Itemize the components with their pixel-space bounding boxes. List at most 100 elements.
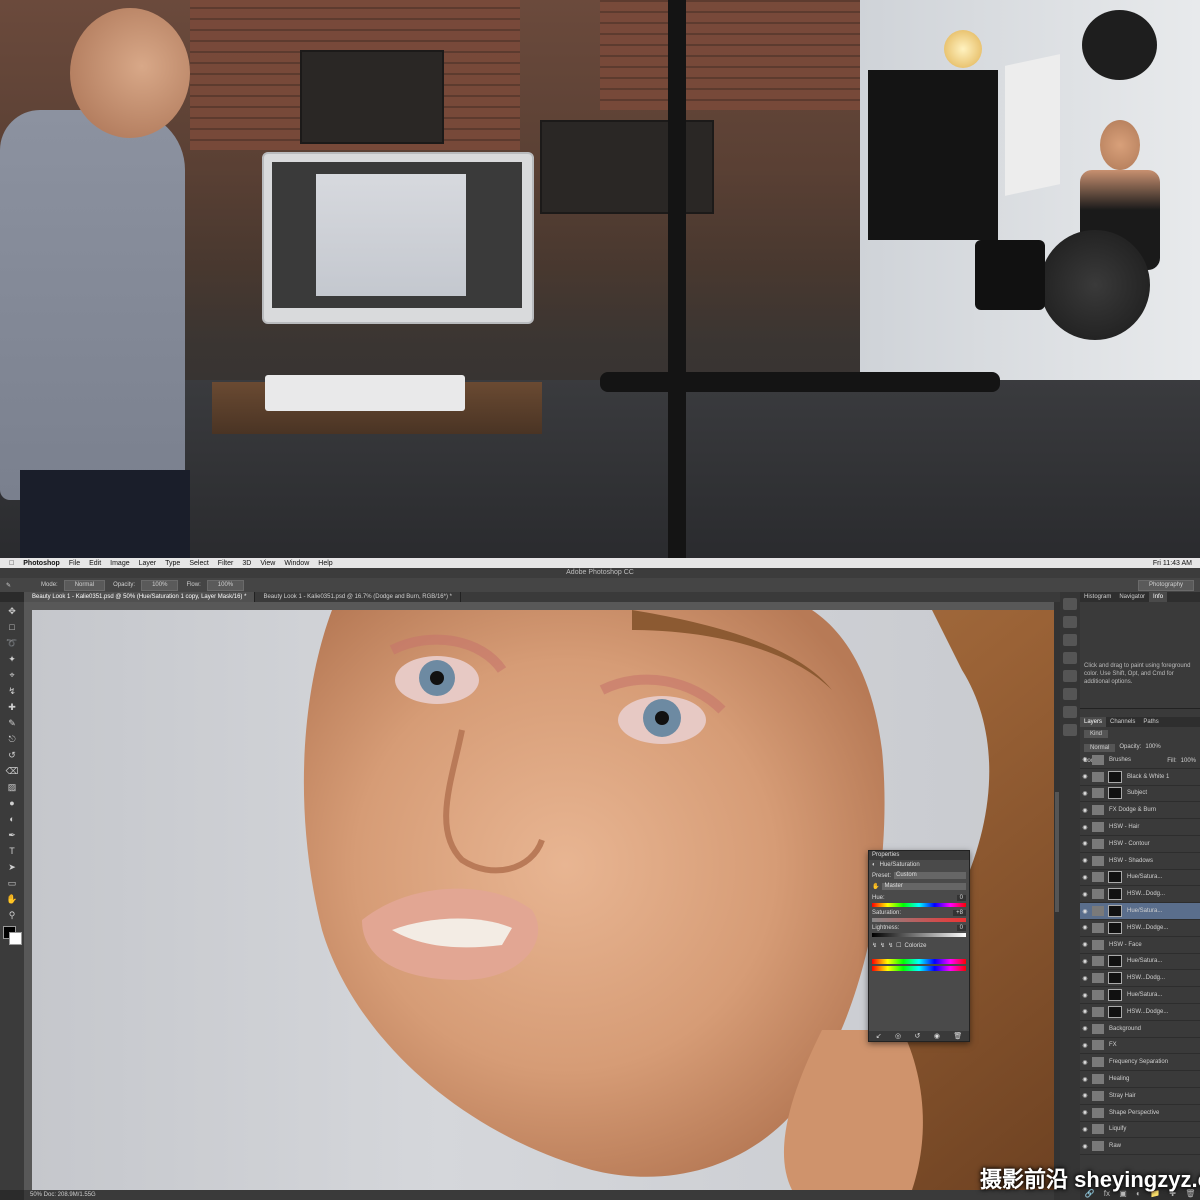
menu-select[interactable]: Select [189,560,208,567]
history-panel-icon[interactable] [1063,598,1077,610]
layer-row[interactable]: ◉ HSW - Shadows [1080,853,1200,870]
eyedropper-plus-icon[interactable]: ↯ [880,942,885,949]
visibility-eye-icon[interactable]: ◉ [1080,975,1090,982]
layer-mask-thumbnail[interactable] [1108,989,1122,1002]
visibility-eye-icon[interactable]: ◉ [1080,773,1090,780]
tab-histogram[interactable]: Histogram [1080,592,1115,602]
history-brush-icon[interactable]: ↺ [3,748,21,762]
pen-tool-icon[interactable]: ✒ [3,828,21,842]
layer-row[interactable]: ◉ Subject [1080,786,1200,803]
document-tab-active[interactable]: Beauty Look 1 - Kalie0351.psd @ 50% (Hue… [24,592,256,602]
shape-tool-icon[interactable]: ▭ [3,876,21,890]
visibility-eye-icon[interactable]: ◉ [1080,1143,1090,1150]
blend-mode-select[interactable]: Normal [1084,744,1116,752]
layer-row[interactable]: ◉ Hue/Satura... [1080,903,1200,920]
clone-stamp-icon[interactable]: ⎋ [3,732,21,746]
menu-image[interactable]: Image [110,560,129,567]
layer-row[interactable]: ◉ Background [1080,1021,1200,1038]
path-select-icon[interactable]: ➤ [3,860,21,874]
blur-tool-icon[interactable]: ● [3,796,21,810]
adjustments-panel-icon[interactable] [1063,724,1077,736]
tab-channels[interactable]: Channels [1106,717,1139,727]
visibility-eye-icon[interactable]: ◉ [1080,857,1090,864]
layer-row[interactable]: ◉ Hue/Satura... [1080,987,1200,1004]
crop-tool-icon[interactable]: ⌖ [3,668,21,682]
menu-filter[interactable]: Filter [218,560,234,567]
layer-row[interactable]: ◉ Frequency Separation [1080,1054,1200,1072]
menu-type[interactable]: Type [165,560,180,567]
visibility-eye-icon[interactable]: ◉ [1080,1092,1090,1099]
tab-info[interactable]: Info [1149,592,1168,602]
visibility-eye-icon[interactable]: ◉ [1080,1076,1090,1083]
visibility-eye-icon[interactable]: ◉ [1080,941,1090,948]
menu-app-name[interactable]: Photoshop [23,560,60,567]
menu-help[interactable]: Help [318,560,332,567]
color-swatches[interactable] [3,926,22,952]
brush-tool-icon[interactable]: ✎ [3,716,21,730]
visibility-eye-icon[interactable]: ◉ [1080,1042,1090,1049]
image-canvas[interactable]: Properties ◐ Hue/Saturation Preset: Cust… [32,610,1054,1190]
brush-panel-icon[interactable] [1063,634,1077,646]
visibility-eye-icon[interactable]: ◉ [1080,1109,1090,1116]
preset-select[interactable]: Custom [894,872,966,879]
layer-row[interactable]: ◉ Healing [1080,1071,1200,1088]
colorize-checkbox[interactable]: ☐ [896,942,901,949]
layer-row[interactable]: ◉ HSW...Dodge... [1080,1004,1200,1021]
visibility-eye-icon[interactable]: ◉ [1080,958,1090,965]
eyedropper-minus-icon[interactable]: ↯ [888,942,893,949]
menu-view[interactable]: View [260,560,275,567]
paragraph-panel-icon[interactable] [1063,688,1077,700]
layer-mask-thumbnail[interactable] [1108,905,1122,918]
reset-icon[interactable]: ↺ [915,1032,921,1040]
kind-filter-select[interactable]: Kind [1084,730,1109,738]
layer-mask-thumbnail[interactable] [1108,972,1122,985]
marquee-tool-icon[interactable]: □ [3,620,21,634]
visibility-eye-icon[interactable]: ◉ [1080,924,1090,931]
layer-row[interactable]: ◉ Brushes [1080,752,1200,769]
workspace-switcher[interactable]: Photography [1137,579,1194,591]
visibility-icon[interactable]: ◉ [934,1032,940,1040]
hue-slider[interactable] [872,903,966,907]
layer-mask-thumbnail[interactable] [1108,921,1122,934]
layer-mask-thumbnail[interactable] [1108,871,1122,884]
view-previous-icon[interactable]: ◎ [895,1032,901,1040]
saturation-slider[interactable] [872,918,966,922]
visibility-eye-icon[interactable]: ◉ [1080,790,1090,797]
visibility-eye-icon[interactable]: ◉ [1080,1059,1090,1066]
menu-window[interactable]: Window [284,560,309,567]
layer-row[interactable]: ◉ HSW - Face [1080,937,1200,954]
layer-row[interactable]: ◉ Hue/Satura... [1080,870,1200,887]
hand-adjust-icon[interactable]: ✋ [872,883,879,890]
layer-row[interactable]: ◉ Shape Perspective [1080,1105,1200,1122]
layer-mask-thumbnail[interactable] [1108,787,1122,800]
lasso-tool-icon[interactable]: ➰ [3,636,21,650]
clone-source-icon[interactable] [1063,652,1077,664]
visibility-eye-icon[interactable]: ◉ [1080,824,1090,831]
document-tab[interactable]: Beauty Look 1 - Kalie0351.psd @ 16.7% (D… [255,592,461,602]
lightness-value[interactable]: 0 [956,925,966,931]
tab-paths[interactable]: Paths [1139,717,1162,727]
layer-mask-thumbnail[interactable] [1108,888,1122,901]
hand-tool-icon[interactable]: ✋ [3,892,21,906]
visibility-eye-icon[interactable]: ◉ [1080,992,1090,999]
layer-opacity-value[interactable]: 100% [1145,744,1160,752]
eyedropper-tool-icon[interactable]: ↯ [3,684,21,698]
layer-mask-thumbnail[interactable] [1108,770,1122,783]
layer-row[interactable]: ◉ HSW...Dodg... [1080,970,1200,988]
apple-icon[interactable]:  [9,560,14,567]
character-panel-icon[interactable] [1063,670,1077,682]
visibility-eye-icon[interactable]: ◉ [1080,891,1090,898]
brush-preset-icon[interactable]: ✎ [6,582,11,589]
layer-mask-thumbnail[interactable] [1108,955,1122,968]
opacity-field[interactable]: 100% [141,579,179,591]
tab-navigator[interactable]: Navigator [1115,592,1149,602]
layer-row[interactable]: ◉ Black & White 1 [1080,769,1200,786]
layer-row[interactable]: ◉ FX Dodge & Burn [1080,802,1200,820]
visibility-eye-icon[interactable]: ◉ [1080,840,1090,847]
layer-row[interactable]: ◉ HSW - Hair [1080,819,1200,836]
zoom-tool-icon[interactable]: ⚲ [3,908,21,922]
layer-mask-thumbnail[interactable] [1108,1005,1122,1018]
saturation-value[interactable]: +8 [953,910,966,916]
menu-3d[interactable]: 3D [242,560,251,567]
menu-edit[interactable]: Edit [89,560,101,567]
